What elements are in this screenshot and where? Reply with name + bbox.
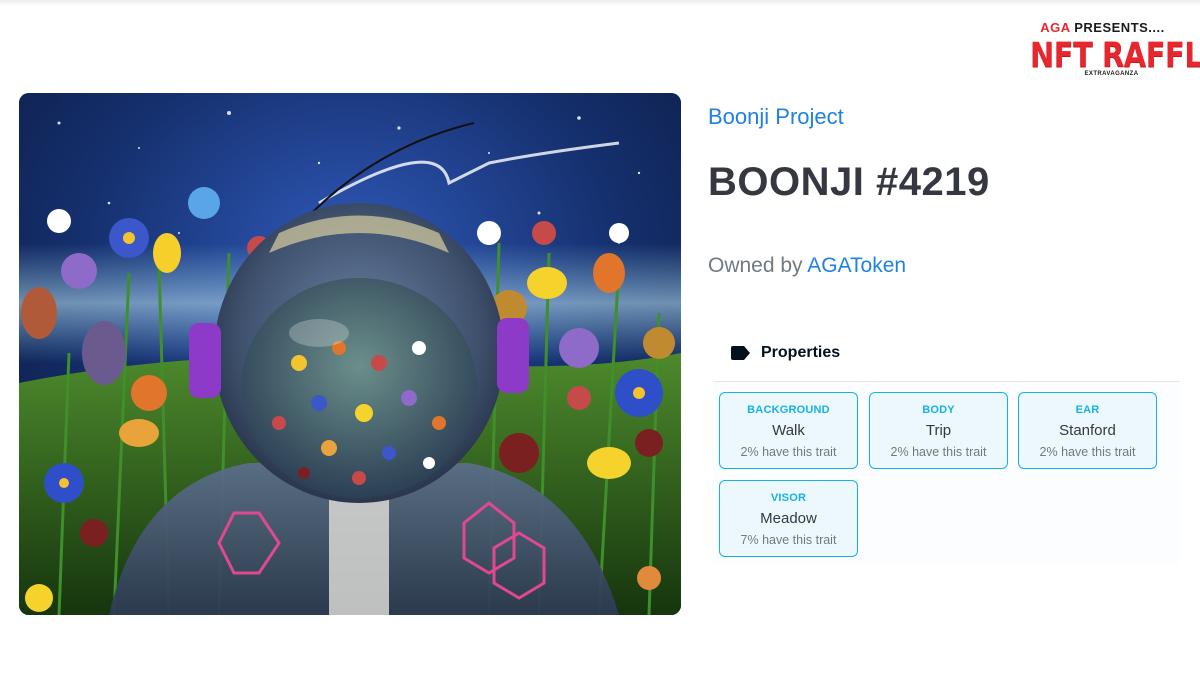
raffle-logo: AGA PRESENTS.... NFT RAFFLE EXTRAVAGANZA [1030, 20, 1200, 77]
trait-rarity: 2% have this trait [890, 445, 987, 459]
tag-icon [731, 346, 751, 360]
trait-rarity: 7% have this trait [740, 533, 837, 547]
trait-value: Walk [772, 422, 805, 439]
trait-rarity: 2% have this trait [1039, 445, 1136, 459]
owner-line: Owned by AGAToken [708, 254, 906, 278]
trait-card-background[interactable]: BACKGROUND Walk 2% have this trait [719, 392, 858, 469]
raffle-title: NFT RAFFLE [1030, 34, 1200, 75]
top-shade [0, 0, 1200, 6]
trait-card-ear[interactable]: EAR Stanford 2% have this trait [1018, 392, 1157, 469]
trait-card-visor[interactable]: VISOR Meadow 7% have this trait [719, 480, 858, 557]
trait-type: BACKGROUND [747, 404, 830, 416]
trait-card-body[interactable]: BODY Trip 2% have this trait [869, 392, 1008, 469]
owner-link[interactable]: AGAToken [807, 254, 906, 277]
collection-link[interactable]: Boonji Project [708, 104, 844, 130]
properties-header[interactable]: Properties [713, 325, 1180, 382]
trait-value: Trip [925, 422, 952, 439]
trait-rarity: 2% have this trait [740, 445, 837, 459]
nft-image[interactable] [19, 93, 681, 615]
page: AGA PRESENTS.... NFT RAFFLE EXTRAVAGANZA [0, 0, 1200, 675]
properties-panel: Properties BACKGROUND Walk 2% have this … [713, 325, 1180, 563]
owned-by-label: Owned by [708, 254, 808, 277]
trait-type: EAR [1075, 404, 1100, 416]
astronaut-flower-artwork [19, 93, 681, 615]
presents-line: AGA PRESENTS.... [1030, 20, 1175, 35]
trait-type: BODY [922, 404, 955, 416]
trait-value: Meadow [760, 510, 817, 527]
trait-value: Stanford [1059, 422, 1116, 439]
trait-type: VISOR [770, 492, 807, 504]
properties-label: Properties [761, 344, 841, 361]
presents-accent: AGA [1040, 20, 1071, 35]
nft-title: BOONJI #4219 [708, 160, 990, 204]
presents-text: PRESENTS.... [1070, 20, 1165, 35]
